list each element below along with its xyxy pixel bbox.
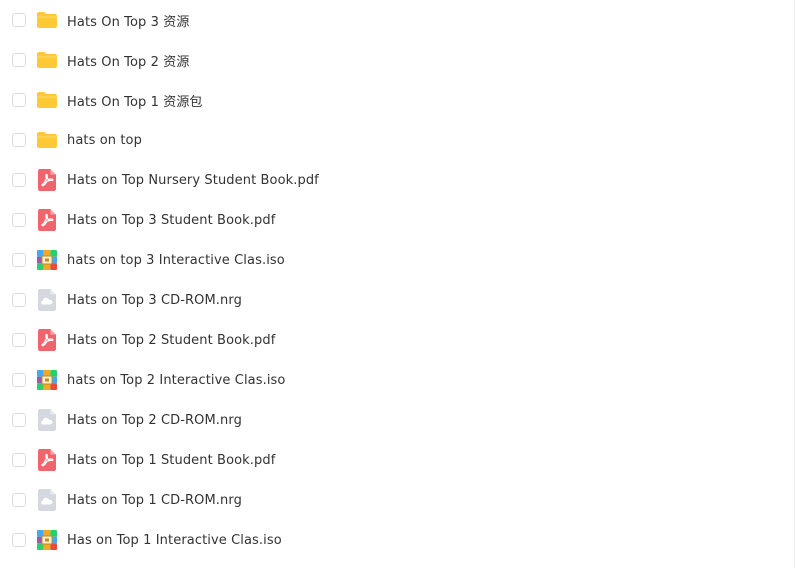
file-row[interactable]: Hats On Top 3 资源 <box>0 0 794 40</box>
row-checkbox[interactable] <box>12 453 26 467</box>
row-checkbox[interactable] <box>12 413 26 427</box>
row-checkbox[interactable] <box>12 253 26 267</box>
pdf-icon <box>36 169 58 191</box>
file-name[interactable]: hats on top 3 Interactive Clas.iso <box>67 253 285 268</box>
pdf-icon <box>36 449 58 471</box>
file-name[interactable]: Hats On Top 2 资源 <box>67 51 189 70</box>
cloud-file-icon <box>36 489 58 511</box>
cloud-file-icon <box>36 409 58 431</box>
row-checkbox[interactable] <box>12 533 26 547</box>
folder-icon <box>36 89 58 111</box>
file-name[interactable]: Hats on Top 3 Student Book.pdf <box>67 213 275 228</box>
row-checkbox[interactable] <box>12 333 26 347</box>
pdf-icon <box>36 209 58 231</box>
row-checkbox[interactable] <box>12 13 26 27</box>
file-row[interactable]: Hats on Top 1 CD-ROM.nrg <box>0 480 794 520</box>
row-checkbox[interactable] <box>12 293 26 307</box>
file-row[interactable]: Hats on Top 1 Student Book.pdf <box>0 440 794 480</box>
archive-icon <box>36 369 58 391</box>
row-checkbox[interactable] <box>12 133 26 147</box>
file-name[interactable]: hats on top <box>67 133 142 148</box>
folder-icon <box>36 129 58 151</box>
row-checkbox[interactable] <box>12 53 26 67</box>
file-name[interactable]: Hats on Top 2 CD-ROM.nrg <box>67 413 242 428</box>
folder-icon <box>36 9 58 31</box>
folder-icon <box>36 49 58 71</box>
file-name[interactable]: Hats On Top 3 资源 <box>67 11 189 30</box>
file-row[interactable]: Hats on Top 3 Student Book.pdf <box>0 200 794 240</box>
row-checkbox[interactable] <box>12 93 26 107</box>
file-row[interactable]: Hats On Top 1 资源包 <box>0 80 794 120</box>
file-row[interactable]: hats on top 3 Interactive Clas.iso <box>0 240 794 280</box>
cloud-file-icon <box>36 289 58 311</box>
file-row[interactable]: Hats On Top 2 资源 <box>0 40 794 80</box>
file-name[interactable]: Hats on Top 1 Student Book.pdf <box>67 453 275 468</box>
file-name[interactable]: Hats on Top 3 CD-ROM.nrg <box>67 293 242 308</box>
file-row[interactable]: Hats on Top Nursery Student Book.pdf <box>0 160 794 200</box>
file-row[interactable]: hats on top <box>0 120 794 160</box>
file-name[interactable]: Hats on Top 2 Student Book.pdf <box>67 333 275 348</box>
archive-icon <box>36 249 58 271</box>
file-row[interactable]: Hats on Top 3 CD-ROM.nrg <box>0 280 794 320</box>
pdf-icon <box>36 329 58 351</box>
file-row[interactable]: Hats on Top 2 Student Book.pdf <box>0 320 794 360</box>
row-checkbox[interactable] <box>12 373 26 387</box>
file-list: Hats On Top 3 资源 Hats On Top 2 资源 Hats O… <box>0 0 795 568</box>
file-row[interactable]: Has on Top 1 Interactive Clas.iso <box>0 520 794 560</box>
row-checkbox[interactable] <box>12 213 26 227</box>
file-row[interactable]: hats on Top 2 Interactive Clas.iso <box>0 360 794 400</box>
file-name[interactable]: Has on Top 1 Interactive Clas.iso <box>67 533 282 548</box>
file-row[interactable]: Hats on Top 2 CD-ROM.nrg <box>0 400 794 440</box>
row-checkbox[interactable] <box>12 173 26 187</box>
archive-icon <box>36 529 58 551</box>
file-name[interactable]: Hats on Top 1 CD-ROM.nrg <box>67 493 242 508</box>
row-checkbox[interactable] <box>12 493 26 507</box>
file-name[interactable]: hats on Top 2 Interactive Clas.iso <box>67 373 285 388</box>
file-name[interactable]: Hats On Top 1 资源包 <box>67 91 203 110</box>
file-name[interactable]: Hats on Top Nursery Student Book.pdf <box>67 173 319 188</box>
